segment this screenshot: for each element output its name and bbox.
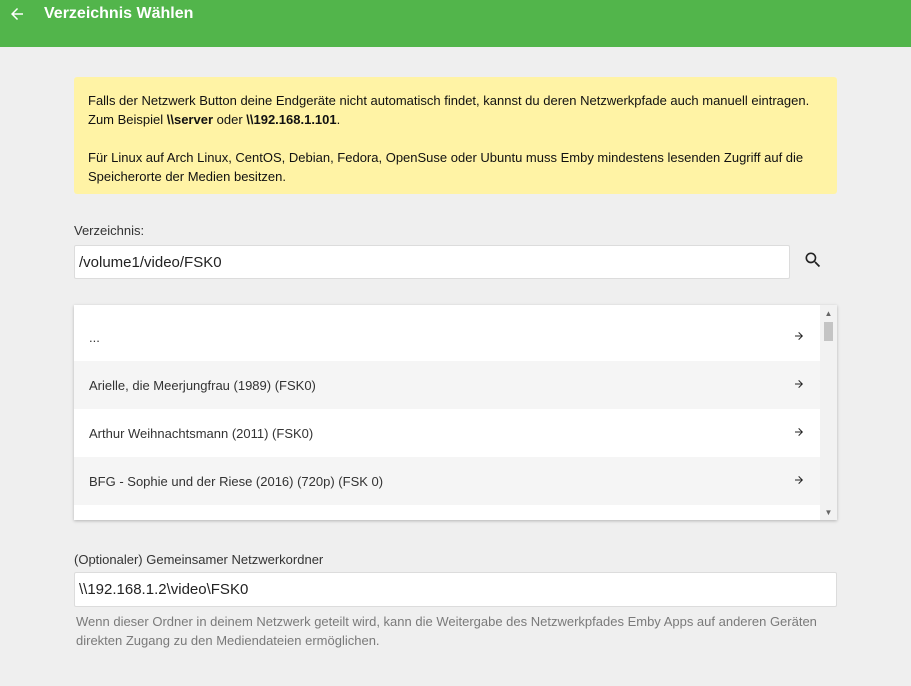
arrow-right-icon: [795, 380, 803, 388]
info-text-or: oder: [213, 112, 247, 127]
directory-list[interactable]: ... Arielle, die Meerjungfrau (1989) (FS…: [74, 305, 837, 520]
header-bar: Verzeichnis Wählen: [0, 0, 911, 47]
list-item[interactable]: Arthur Weihnachtsmann (2011) (FSK0): [74, 409, 820, 457]
search-button[interactable]: [800, 247, 826, 273]
list-scrollbar[interactable]: ▲ ▼: [820, 305, 837, 520]
arrow-right-icon: [795, 428, 803, 436]
arrow-right-icon: [795, 476, 803, 484]
network-folder-label: (Optionaler) Gemeinsamer Netzwerkordner: [74, 552, 324, 567]
list-item-label: ...: [89, 329, 100, 345]
info-box: Falls der Netzwerk Button deine Endgerät…: [74, 77, 837, 194]
scrollbar-thumb[interactable]: [824, 322, 833, 341]
example-ip: \\192.168.1.101: [246, 112, 337, 127]
list-item-label: Arielle, die Meerjungfrau (1989) (FSK0): [89, 377, 316, 393]
directory-label: Verzeichnis:: [74, 223, 145, 238]
list-item-parent[interactable]: ...: [74, 313, 820, 361]
list-item[interactable]: BFG - Sophie und der Riese (2016) (720p)…: [74, 457, 820, 505]
network-folder-input[interactable]: [74, 572, 837, 607]
directory-input[interactable]: [74, 245, 790, 279]
arrow-left-icon: [11, 8, 23, 20]
info-paragraph-linux: Für Linux auf Arch Linux, CentOS, Debian…: [88, 150, 804, 184]
example-server: \\server: [166, 112, 214, 127]
back-button[interactable]: [6, 3, 28, 25]
page-title: Verzeichnis Wählen: [44, 5, 194, 22]
search-icon: [805, 252, 821, 268]
info-paragraph-network: Falls der Netzwerk Button deine Endgerät…: [88, 91, 823, 129]
info-text-end: .: [336, 112, 341, 127]
scroll-down-icon[interactable]: ▼: [820, 504, 837, 520]
network-folder-help: Wenn dieser Ordner in deinem Netzwerk ge…: [76, 614, 817, 648]
scroll-up-icon[interactable]: ▲: [820, 305, 837, 321]
list-item-label: Arthur Weihnachtsmann (2011) (FSK0): [89, 425, 314, 441]
list-item[interactable]: Arielle, die Meerjungfrau (1989) (FSK0): [74, 361, 820, 409]
list-item-label: BFG - Sophie und der Riese (2016) (720p)…: [89, 473, 384, 489]
arrow-right-icon: [795, 332, 803, 340]
